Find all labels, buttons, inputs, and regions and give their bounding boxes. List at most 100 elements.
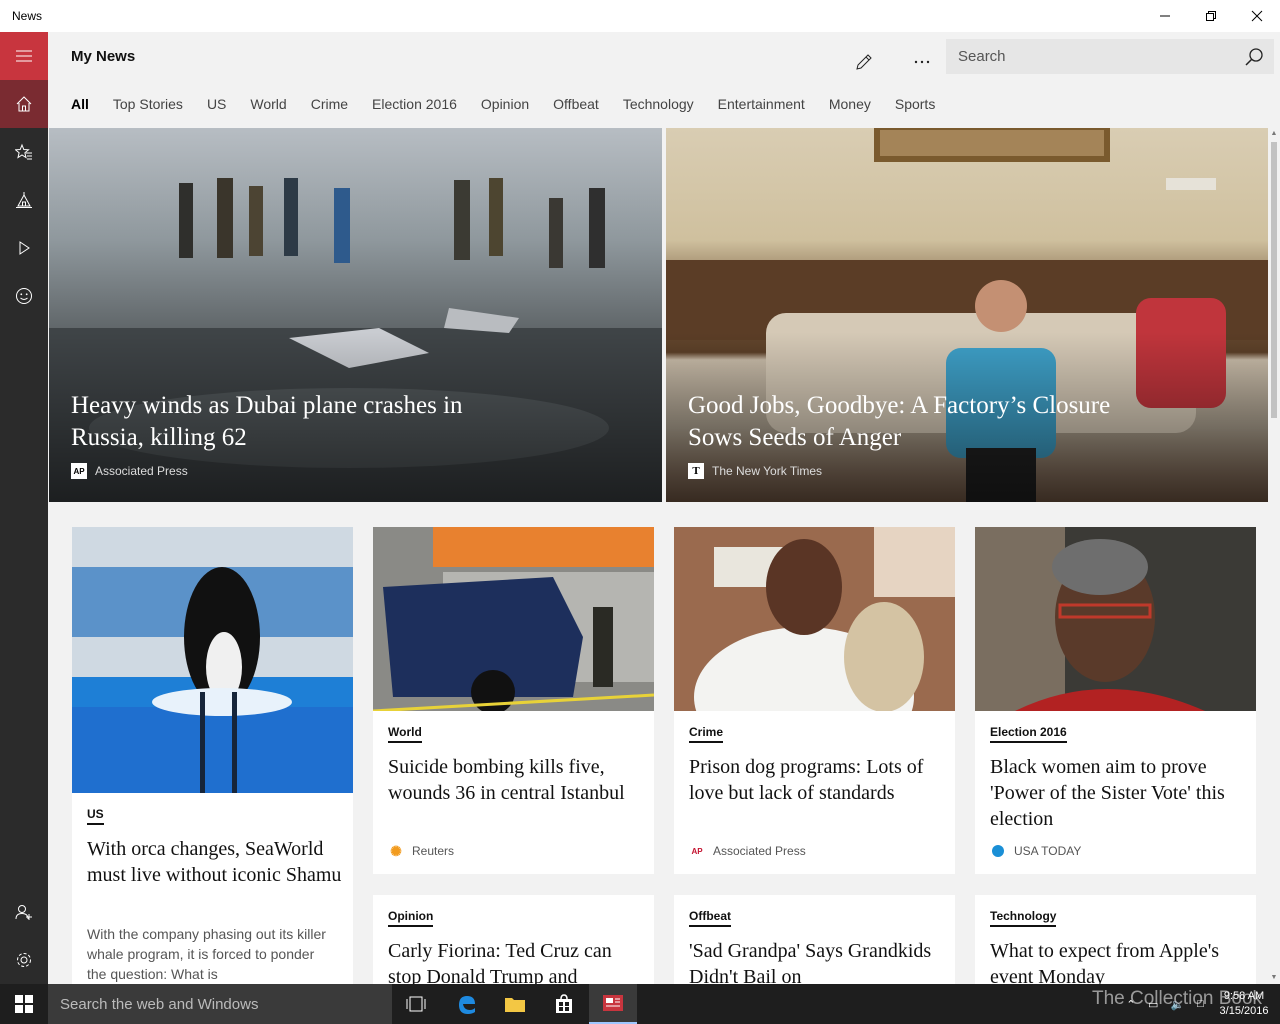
nav-interests-button[interactable] [0,128,48,176]
tab-money[interactable]: Money [829,96,871,112]
story-card-apple-event[interactable]: Technology What to expect from Apple's e… [975,895,1256,984]
card-snippet: With the company phasing out its killer … [87,926,326,982]
more-icon [914,60,930,64]
card-category[interactable]: US [87,807,104,825]
minimize-icon [1160,15,1170,17]
nav-video-button[interactable] [0,224,48,272]
category-tabs: All Top Stories US World Crime Election … [71,96,959,112]
tab-opinion[interactable]: Opinion [481,96,529,112]
card-source-name: Associated Press [713,844,806,858]
nav-settings-button[interactable] [0,936,48,984]
card-category[interactable]: World [388,725,422,743]
card-source: USA TODAY [990,843,1081,859]
edit-button[interactable] [844,42,884,82]
scroll-down-icon[interactable]: ▼ [1270,974,1278,982]
search-box[interactable] [946,39,1274,74]
task-view-icon [406,996,426,1012]
card-source-name: Reuters [412,844,455,858]
card-category[interactable]: Offbeat [689,909,731,927]
hero-source: T The New York Times [688,463,822,479]
tab-us[interactable]: US [207,96,226,112]
vertical-scrollbar[interactable]: ▲ ▼ [1268,128,1280,984]
card-title: Black women aim to prove 'Power of the S… [990,756,1225,830]
home-icon [16,96,32,112]
story-card-sister-vote[interactable]: Election 2016 Black women aim to prove '… [975,527,1256,874]
page-title: My News [71,48,136,65]
start-button[interactable] [0,984,48,1024]
nav-account-button[interactable] [0,888,48,936]
taskbar-search-input[interactable] [48,984,392,1024]
card-source-name: USA TODAY [1014,844,1082,858]
story-card-prison-dog[interactable]: Crime Prison dog programs: Lots of love … [674,527,955,874]
hero-story-1[interactable]: Heavy winds as Dubai plane crashes in Ru… [49,128,662,502]
card-title: What to expect from Apple's event Monday [990,940,1220,984]
hero-source-name: Associated Press [95,464,188,478]
story-card-orca[interactable]: US With orca changes, SeaWorld must live… [72,527,353,984]
close-icon [1251,10,1263,22]
tab-top-stories[interactable]: Top Stories [113,96,183,112]
search-icon [1245,48,1263,66]
minimize-button[interactable] [1142,0,1188,32]
hero-source: AP Associated Press [71,463,188,479]
settings-icon [17,953,31,967]
card-image-woman-speaking [975,527,1256,711]
card-category[interactable]: Technology [990,909,1057,927]
tab-election-2016[interactable]: Election 2016 [372,96,457,112]
tab-sports[interactable]: Sports [895,96,935,112]
nav-local-button[interactable] [0,176,48,224]
card-title: Prison dog programs: Lots of love but la… [689,756,924,804]
task-view-button[interactable] [392,984,440,1024]
video-icon [19,241,30,255]
nav-home-button[interactable] [0,80,48,128]
ap-logo-icon: AP [691,846,703,856]
usa-today-logo-icon [990,843,1006,859]
taskbar-search[interactable] [48,984,392,1024]
hero-story-2[interactable]: Good Jobs, Goodbye: A Factory’s Closure … [666,128,1268,502]
store-button[interactable] [540,984,588,1024]
more-options-button[interactable] [902,42,942,82]
windows-logo-icon [15,995,33,1013]
scrollbar-thumb[interactable] [1271,142,1277,418]
taskbar: ⌃ ▭ 🔈 □ 9:58 AM 3/15/2016 [0,984,1280,1024]
ap-logo-icon: AP [71,463,87,479]
card-category[interactable]: Crime [689,725,724,743]
card-category[interactable]: Opinion [388,909,434,927]
search-input[interactable] [946,39,1236,74]
hero-source-name: The New York Times [712,464,823,478]
story-card-sad-grandpa[interactable]: Offbeat 'Sad Grandpa' Says Grandkids Did… [674,895,955,984]
card-image-armored-vehicle [373,527,654,711]
restore-button[interactable] [1188,0,1234,32]
add-person-icon [15,905,32,920]
tab-technology[interactable]: Technology [623,96,694,112]
card-source: AP Associated Press [689,843,806,859]
scroll-up-icon[interactable]: ▲ [1270,130,1278,138]
tab-world[interactable]: World [250,96,286,112]
search-button[interactable] [1242,45,1266,69]
file-explorer-button[interactable] [491,984,539,1024]
card-title: 'Sad Grandpa' Says Grandkids Didn't Bail… [689,940,932,984]
news-app-button[interactable] [589,984,637,1024]
watermark: The Collection Book [1092,988,1263,1009]
story-card-istanbul[interactable]: World Suicide bombing kills five, wounds… [373,527,654,874]
local-icon [16,192,32,208]
card-title: Carly Fiorina: Ted Cruz can stop Donald … [388,940,612,984]
tab-all[interactable]: All [71,96,89,112]
store-icon [556,994,572,1013]
pencil-icon [856,54,872,70]
edge-icon [459,996,475,1014]
tab-offbeat[interactable]: Offbeat [553,96,599,112]
nav-rail [0,32,48,984]
edge-button[interactable] [443,984,491,1024]
close-button[interactable] [1234,0,1280,32]
favorites-icon [15,143,32,160]
reuters-logo-icon: ✺ [390,842,402,859]
story-card-fiorina[interactable]: Opinion Carly Fiorina: Ted Cruz can stop… [373,895,654,984]
nav-feedback-button[interactable] [0,272,48,320]
hamburger-menu-button[interactable] [0,32,48,80]
card-category[interactable]: Election 2016 [990,725,1067,743]
nyt-logo-icon: T [688,463,704,479]
tab-entertainment[interactable]: Entertainment [718,96,805,112]
tab-crime[interactable]: Crime [311,96,348,112]
card-source: ✺ Reuters [388,843,454,859]
restore-icon [1206,11,1216,21]
